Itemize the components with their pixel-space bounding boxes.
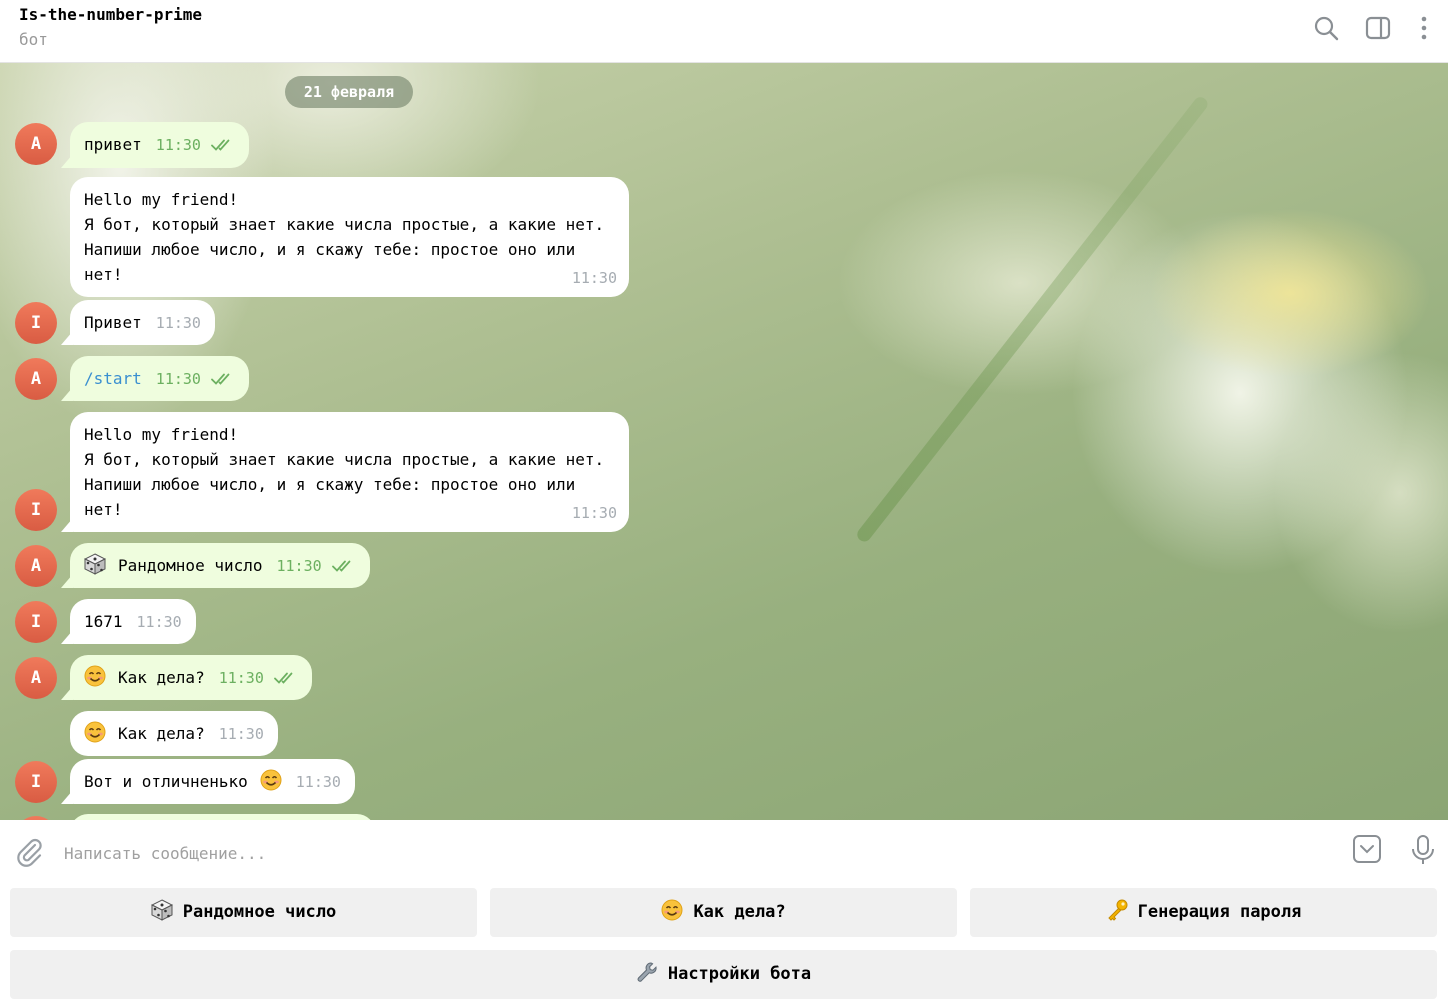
read-ticks-icon <box>211 372 235 386</box>
read-ticks-icon <box>211 138 235 152</box>
message-line: Hello my friend! <box>84 190 239 209</box>
message-time: 11:30 <box>571 504 617 522</box>
message-line: нет! <box>84 265 123 284</box>
chat-header: Is-the-number-prime бот <box>0 0 1448 63</box>
keyboard-button-label: Генерация пароля <box>1137 902 1302 922</box>
message-time: 11:30 <box>155 314 201 332</box>
read-ticks-icon <box>274 671 298 685</box>
read-ticks-icon <box>332 559 356 573</box>
smiling-face-icon <box>661 899 683 921</box>
chat-subtitle: бот <box>19 30 48 49</box>
date-separator: 21 февраля <box>285 76 413 108</box>
keyboard-button-label: Рандомное число <box>182 902 337 922</box>
avatar[interactable]: A <box>15 657 57 699</box>
avatar[interactable]: A <box>15 358 57 400</box>
message-time: 11:30 <box>155 370 201 388</box>
message-text: Как дела? <box>118 668 205 687</box>
wrench-icon <box>636 961 658 983</box>
keyboard-button-bot-settings[interactable]: Настройки бота <box>10 950 1437 999</box>
message-time: 11:30 <box>136 613 182 631</box>
message-time: 11:30 <box>218 725 264 743</box>
message-text: Как дела? <box>118 724 205 743</box>
message-bubble-outgoing[interactable]: Как дела? 11:30 <box>70 655 312 700</box>
avatar[interactable]: A <box>15 545 57 587</box>
message-bubble-incoming[interactable]: Hello my friend! Я бот, который знает ка… <box>70 177 629 297</box>
side-panel-icon[interactable] <box>1364 14 1392 42</box>
keyboard-button-label: Настройки бота <box>667 964 812 984</box>
message-time: 11:30 <box>571 269 617 287</box>
message-line: нет! <box>84 500 123 519</box>
avatar[interactable]: I <box>15 761 57 803</box>
key-icon <box>1106 899 1128 921</box>
message-bubble-incoming[interactable]: Hello my friend! Я бот, который знает ка… <box>70 412 629 532</box>
message-time: 11:30 <box>155 136 201 154</box>
keyboard-button-random-number[interactable]: Рандомное число <box>10 888 477 937</box>
message-bubble-incoming[interactable]: Как дела? 11:30 <box>70 711 278 756</box>
message-line: Я бот, который знает какие числа простые… <box>84 215 605 234</box>
message-text: Вот и отличненько <box>84 772 248 791</box>
message-bubble-outgoing[interactable]: Рандомное число 11:30 <box>70 543 370 588</box>
message-bubble-incoming[interactable]: 1671 11:30 <box>70 599 196 644</box>
keyboard-button-password-generation[interactable]: Генерация пароля <box>970 888 1437 937</box>
more-vertical-icon[interactable] <box>1410 14 1438 42</box>
bot-keyboard-toggle-icon[interactable] <box>1352 834 1382 864</box>
keyboard-button-label: Как дела? <box>693 902 786 922</box>
message-time: 11:30 <box>218 669 264 687</box>
message-composer <box>0 820 1448 886</box>
message-line: Напиши любое число, и я скажу тебе: прос… <box>84 475 576 494</box>
message-bubble-incoming[interactable]: Вот и отличненько 11:30 <box>70 759 355 804</box>
message-text: привет <box>84 135 142 154</box>
message-bubble-incoming[interactable]: Привет 11:30 <box>70 300 215 345</box>
message-line: Напиши любое число, и я скажу тебе: прос… <box>84 240 576 259</box>
message-bubble-outgoing[interactable]: /start 11:30 <box>70 356 249 401</box>
avatar[interactable]: I <box>15 302 57 344</box>
bot-command-link[interactable]: /start <box>84 369 142 388</box>
message-time: 11:30 <box>276 557 322 575</box>
message-text: Привет <box>84 313 142 332</box>
message-text: 1671 <box>84 612 123 631</box>
message-text: Рандомное число <box>118 556 263 575</box>
message-line: Hello my friend! <box>84 425 239 444</box>
message-input[interactable] <box>64 840 1324 866</box>
avatar[interactable]: I <box>15 601 57 643</box>
avatar[interactable]: A <box>15 123 57 165</box>
message-time: 11:30 <box>295 773 341 791</box>
game-die-icon <box>151 899 173 921</box>
smiling-face-icon <box>84 721 106 743</box>
chat-message-area[interactable]: 21 февраля A привет 11:30 Hello my friend… <box>0 63 1448 820</box>
game-die-icon <box>84 553 106 575</box>
message-bubble-outgoing[interactable]: привет 11:30 <box>70 122 249 168</box>
chat-title[interactable]: Is-the-number-prime <box>19 5 202 24</box>
message-line: Я бот, который знает какие числа простые… <box>84 450 605 469</box>
search-icon[interactable] <box>1312 14 1340 42</box>
paperclip-icon[interactable] <box>14 836 44 868</box>
background-flower-stem <box>854 94 1211 545</box>
avatar[interactable]: I <box>15 489 57 531</box>
smiling-face-icon <box>84 665 106 687</box>
microphone-icon[interactable] <box>1409 834 1437 866</box>
keyboard-button-how-are-you[interactable]: Как дела? <box>490 888 957 937</box>
smiling-face-icon <box>260 769 282 791</box>
